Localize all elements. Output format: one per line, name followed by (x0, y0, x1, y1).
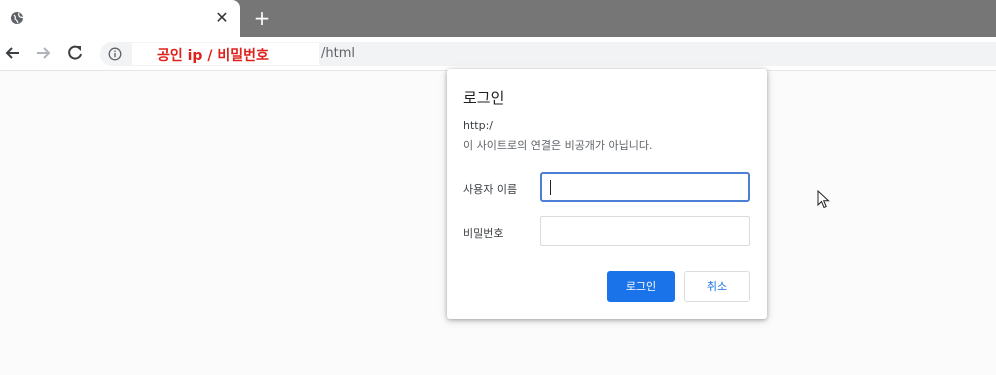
cancel-button[interactable]: 취소 (684, 271, 750, 302)
browser-toolbar: 공인 ip / 비밀번호 /html (0, 37, 996, 71)
tab-close-button[interactable]: ✕ (214, 8, 230, 28)
password-input[interactable] (540, 216, 750, 246)
tab-strip: ✕ + (0, 0, 996, 37)
dialog-url: http:/ (463, 119, 493, 132)
password-label: 비밀번호 (463, 227, 504, 240)
reload-button[interactable] (65, 43, 85, 63)
login-dialog: 로그인 http:/ 이 사이트로의 연결은 비공개가 아닙니다. 사용자 이름… (447, 69, 767, 319)
username-input[interactable] (540, 172, 750, 202)
info-icon[interactable] (108, 47, 122, 61)
login-button[interactable]: 로그인 (607, 271, 675, 302)
address-bar[interactable]: 공인 ip / 비밀번호 /html (100, 42, 996, 66)
plus-icon: + (253, 6, 271, 30)
forward-arrow-icon (37, 47, 51, 59)
reload-icon (68, 45, 82, 60)
text-caret (550, 180, 551, 195)
new-tab-button[interactable]: + (252, 7, 272, 29)
dialog-title: 로그인 (463, 89, 505, 107)
forward-button[interactable] (33, 43, 53, 63)
url-annotation: 공인 ip / 비밀번호 (157, 48, 269, 64)
username-label: 사용자 이름 (463, 183, 518, 196)
mouse-cursor-icon (817, 190, 830, 209)
back-button[interactable] (3, 43, 23, 63)
browser-tab[interactable]: ✕ (0, 0, 240, 37)
connection-notice: 이 사이트로의 연결은 비공개가 아닙니다. (463, 139, 653, 152)
globe-icon (11, 12, 24, 24)
back-arrow-icon (5, 47, 19, 59)
dialog-url-redaction (499, 115, 669, 133)
url-path: /html (321, 46, 355, 61)
close-icon: ✕ (215, 8, 229, 27)
